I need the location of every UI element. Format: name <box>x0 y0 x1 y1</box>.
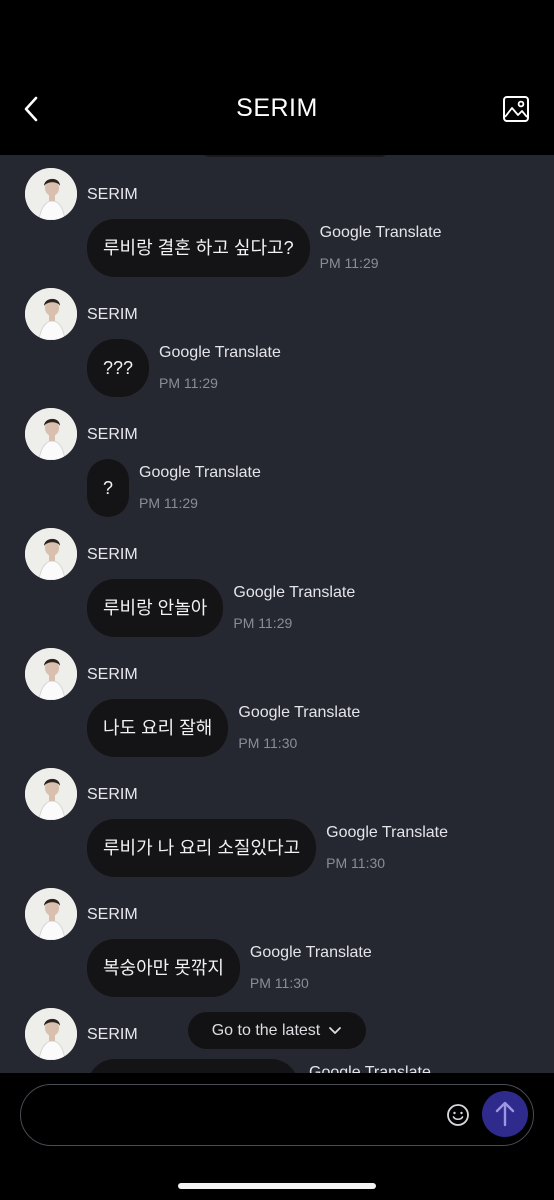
emoji-button[interactable] <box>446 1103 470 1127</box>
gallery-button[interactable] <box>502 95 530 123</box>
google-translate-link[interactable]: Google Translate <box>238 702 360 724</box>
google-translate-link[interactable]: Google Translate <box>326 822 448 844</box>
send-button[interactable] <box>482 1091 528 1137</box>
message-item: SERIM ? Google Translate PM 11:29 <box>0 395 554 517</box>
avatar[interactable] <box>25 408 77 460</box>
avatar[interactable] <box>25 888 77 940</box>
message-time: PM 11:29 <box>159 375 218 391</box>
message-bubble[interactable]: 루비가 나 요리 소질있다고 <box>87 819 317 877</box>
sender-name: SERIM <box>87 906 138 923</box>
google-translate-link[interactable]: Google Translate <box>233 582 355 604</box>
message-time: PM 11:30 <box>326 855 386 871</box>
message-meta: Google Translate PM 11:30 <box>238 702 360 752</box>
profile-photo <box>25 648 77 700</box>
message-row: ??? Google Translate PM 11:29 <box>87 339 281 397</box>
arrow-up-icon <box>495 1101 515 1127</box>
avatar[interactable] <box>25 168 77 220</box>
profile-photo <box>25 888 77 940</box>
message-item: SERIM ??? Google Translate PM 11:29 <box>0 275 554 397</box>
go-to-latest-label: Go to the latest <box>211 1021 321 1039</box>
google-translate-link[interactable]: Google Translate <box>309 1062 431 1073</box>
message-item: SERIM 루비랑 안놀아 Google Translate PM 11:29 <box>0 515 554 637</box>
message-row: 복숭아만 못깎지 Google Translate PM 11:30 <box>87 939 372 997</box>
go-to-latest-button[interactable]: Go to the latest <box>188 1012 366 1049</box>
sender-name: SERIM <box>87 546 138 563</box>
message-bubble[interactable]: 루비랑 안놀아 <box>87 579 224 637</box>
sender-name: SERIM <box>87 786 138 803</box>
sender-name: SERIM <box>87 426 138 443</box>
sender-name: SERIM <box>87 666 138 683</box>
message-item: SERIM 나도 요리 잘해 Google Translate PM 11:30 <box>0 635 554 757</box>
chevron-down-icon <box>329 1026 342 1034</box>
message-meta: Google Translate PM 11:30 <box>326 822 448 872</box>
composer-bar <box>0 1073 554 1200</box>
profile-photo <box>25 768 77 820</box>
message-input[interactable] <box>41 1095 441 1135</box>
message-row: 루비랑 결혼 하고 싶다고? Google Translate PM 11:29 <box>87 219 441 277</box>
message-bubble[interactable]: 복숭아만 못깎지 <box>87 939 240 997</box>
profile-photo <box>25 288 77 340</box>
image-icon <box>503 96 529 122</box>
avatar[interactable] <box>25 1008 77 1060</box>
message-meta: Google Translate <box>309 1062 431 1073</box>
message-item: SERIM 루비가 나 요리 소질있다고 Google Translate PM… <box>0 755 554 877</box>
chat-title: SERIM <box>236 94 318 122</box>
message-bubble[interactable]: ? <box>87 459 130 517</box>
profile-photo <box>25 408 77 460</box>
message-time: PM 11:30 <box>249 975 309 991</box>
message-time: PM 11:30 <box>238 735 298 751</box>
smiley-icon <box>447 1104 469 1126</box>
message-item: SERIM 복숭아만 못깎지 Google Translate PM 11:30 <box>0 875 554 997</box>
message-meta: Google Translate PM 11:30 <box>250 942 372 992</box>
message-bubble[interactable]: 루비랑 결혼 하고 싶다고? <box>87 219 310 277</box>
message-row: ? Google Translate PM 11:29 <box>87 459 261 517</box>
home-indicator <box>178 1183 376 1189</box>
message-row: 루비랑 안놀아 Google Translate PM 11:29 <box>87 579 355 637</box>
sender-name: SERIM <box>87 1026 138 1043</box>
header-bar: SERIM <box>0 0 554 155</box>
message-input-container[interactable] <box>20 1084 534 1146</box>
message-item: SERIM 루비랑 결혼 하고 싶다고? Google Translate PM… <box>0 155 554 277</box>
google-translate-link[interactable]: Google Translate <box>159 342 281 364</box>
sender-name: SERIM <box>87 306 138 323</box>
message-meta: Google Translate PM 11:29 <box>233 582 355 632</box>
message-row: 루비가 나 요리 소질있다고 Google Translate PM 11:30 <box>87 819 448 877</box>
message-row: Google Translate <box>87 1059 431 1073</box>
google-translate-link[interactable]: Google Translate <box>320 222 442 244</box>
message-time: PM 11:29 <box>139 495 198 511</box>
message-meta: Google Translate PM 11:29 <box>159 342 281 392</box>
message-bubble[interactable]: 나도 요리 잘해 <box>87 699 229 757</box>
profile-photo <box>25 528 77 580</box>
avatar[interactable] <box>25 528 77 580</box>
avatar[interactable] <box>25 648 77 700</box>
message-meta: Google Translate PM 11:29 <box>139 462 261 512</box>
avatar[interactable] <box>25 768 77 820</box>
message-row: 나도 요리 잘해 Google Translate PM 11:30 <box>87 699 360 757</box>
message-time: PM 11:29 <box>319 255 379 271</box>
google-translate-link[interactable]: Google Translate <box>139 462 261 484</box>
google-translate-link[interactable]: Google Translate <box>250 942 372 964</box>
message-time: PM 11:29 <box>233 615 293 631</box>
message-bubble[interactable]: ??? <box>87 339 150 397</box>
message-bubble[interactable] <box>87 1059 299 1073</box>
profile-photo <box>25 1008 77 1060</box>
message-meta: Google Translate PM 11:29 <box>320 222 442 272</box>
avatar[interactable] <box>25 288 77 340</box>
sender-name: SERIM <box>87 186 138 203</box>
chat-thread[interactable]: SERIM 루비랑 결혼 하고 싶다고? Google Translate PM… <box>0 155 554 1073</box>
profile-photo <box>25 168 77 220</box>
